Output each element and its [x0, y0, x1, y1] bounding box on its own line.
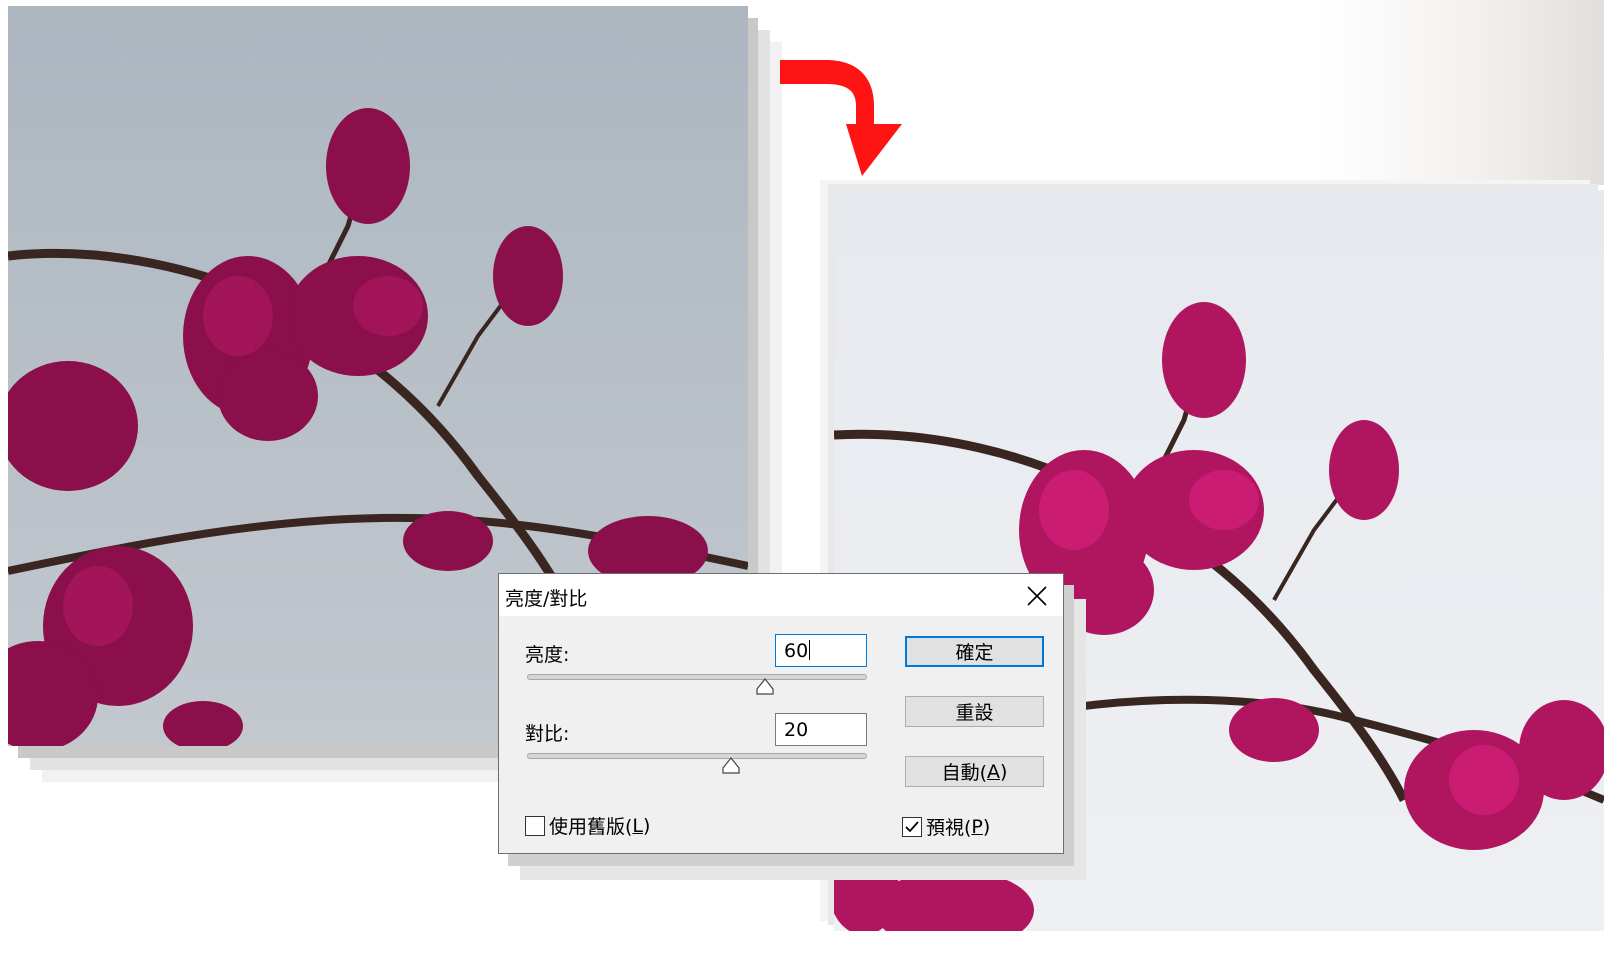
- ok-button[interactable]: 確定: [905, 636, 1044, 667]
- preview-checkbox[interactable]: 預視(P): [902, 813, 990, 840]
- legacy-accelerator: L: [632, 814, 644, 837]
- slider-thumb-icon[interactable]: [721, 757, 741, 775]
- preview-label: 預視(: [926, 817, 972, 839]
- reset-button[interactable]: 重設: [905, 696, 1044, 727]
- text-caret: [809, 640, 811, 660]
- slider-thumb-icon[interactable]: [755, 678, 775, 696]
- preview-paren: ): [982, 815, 991, 838]
- contrast-input[interactable]: 20: [775, 713, 867, 746]
- dialog-title: 亮度/對比: [505, 588, 588, 610]
- auto-button[interactable]: 自動(A): [905, 756, 1044, 787]
- contrast-slider[interactable]: [527, 753, 867, 759]
- legacy-label: 使用舊版(: [549, 816, 633, 838]
- auto-paren: ): [1000, 760, 1008, 783]
- dialog-titlebar: 亮度/對比: [499, 574, 1063, 616]
- auto-accelerator: A: [987, 760, 1000, 783]
- contrast-value: 20: [784, 719, 809, 741]
- close-icon: [1027, 586, 1047, 606]
- brightness-value: 60: [784, 640, 809, 662]
- contrast-label: 對比:: [525, 723, 570, 745]
- red-curved-arrow-icon: [780, 60, 902, 176]
- brightness-contrast-dialog: 亮度/對比 亮度: 60 對比: 20 確定 重設 自動(A) 使用舊版(L): [498, 573, 1064, 854]
- preview-accelerator: P: [971, 815, 983, 838]
- brightness-slider[interactable]: [527, 674, 867, 680]
- background-curtain: [1320, 0, 1604, 185]
- brightness-input[interactable]: 60: [775, 634, 867, 667]
- preview-checkbox-box[interactable]: [902, 816, 922, 837]
- close-button[interactable]: [1021, 580, 1053, 612]
- checkmark-icon: [905, 820, 919, 832]
- auto-label: 自動(: [941, 762, 987, 784]
- legacy-paren: ): [643, 814, 651, 837]
- legacy-checkbox-box[interactable]: [525, 815, 545, 836]
- use-legacy-checkbox[interactable]: 使用舊版(L): [525, 812, 650, 839]
- brightness-label: 亮度:: [525, 644, 570, 666]
